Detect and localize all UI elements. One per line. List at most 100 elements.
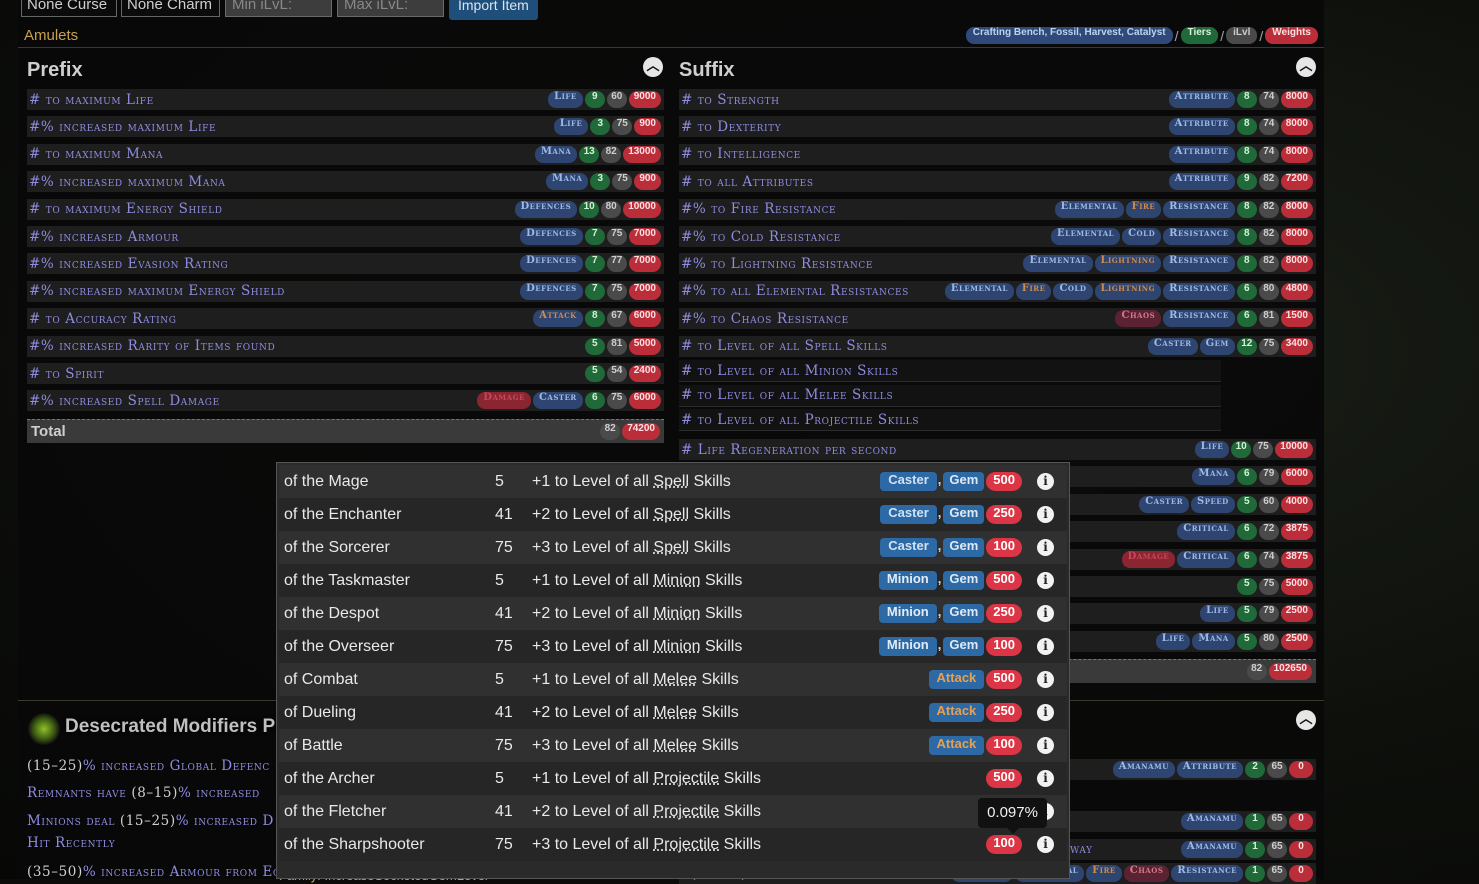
tier-count: 5 [1236,578,1257,595]
charm-select[interactable]: None Charm [121,0,220,17]
prefix-collapse-icon[interactable]: ︿ [643,57,663,77]
modifier-row[interactable]: # to Dexterity Attribute 8 74 8000 [679,116,1316,138]
modifier-suffix: Skills [697,703,739,721]
tier-row[interactable]: of Dueling 41 +2 to Level of all Melee Ski… [279,696,1067,729]
modifier-keyword[interactable]: Projectile [653,770,719,787]
mod-tags: Defences 7 75 7000 [520,228,661,245]
modifier-keyword[interactable]: Minion [653,572,700,589]
modifier-row[interactable]: # to Intelligence Attribute 8 74 8000 [679,143,1316,165]
modifier-keyword[interactable]: Projectile [653,803,719,820]
suffix-collapse-icon[interactable]: ︿ [1296,57,1316,77]
min-ilvl-input[interactable]: Min iLvL: [225,0,332,17]
modifier-keyword[interactable]: Minion [653,638,700,655]
modifier-row[interactable]: #% to Chaos Resistance Chaos Resistance 6 81… [679,308,1316,330]
tier-row[interactable]: of the Taskmaster 5 +1 to Level of all Min… [279,564,1067,597]
modifier-text: # to Strength [681,91,780,108]
prefix-total-row: Total 82 74200 [27,419,664,443]
modifier-row[interactable]: #% to Cold Resistance Elemental Cold Resist… [679,226,1316,247]
modifier-row[interactable]: # to Level of all Spell Skills Caster Gem 1… [679,335,1316,357]
mod-tags: Life 10 75 10000 [1194,441,1313,458]
modifier-row[interactable]: # to all Attributes Attribute 9 82 7200 [679,171,1316,193]
modifier-row[interactable]: #% to Lightning Resistance Elemental Light… [679,253,1316,275]
modifier-keyword[interactable]: Spell [653,473,689,490]
tag-damage: Damage [477,392,531,410]
tier-row[interactable]: of the Enchanter 41 +2 to Level of all Spe… [279,498,1067,531]
tag-amanamu: Amanamu [1180,841,1243,858]
curse-select[interactable]: None Curse [21,0,117,17]
modifier-keyword[interactable]: Spell [653,506,689,523]
modifier-row[interactable]: #% increased maximum Mana Mana 3 75 900 [27,171,664,193]
info-icon[interactable]: i [1037,473,1054,490]
modifier-row[interactable]: #% increased Rarity of Items found 5 81 500… [27,335,664,357]
modifier-text: #% increased Armour [29,228,179,245]
suffix-title: Suffix [679,59,735,81]
weights-pill[interactable]: Weights [1265,27,1318,44]
import-item-button[interactable]: Import Item [449,0,538,20]
mod-tags: 5 54 2400 [584,365,661,382]
modifier-keyword[interactable]: Melee [653,737,697,754]
desecrated-collapse-icon[interactable]: ︿ [1296,710,1316,730]
sources-pill[interactable]: Crafting Bench, Fossil, Harvest, Catalys… [965,27,1173,44]
info-icon[interactable]: i [1037,737,1054,754]
modifier-row[interactable]: #% increased maximum Life Life 3 75 900 [27,116,664,138]
modifier-row[interactable]: #% increased Armour Defences 7 75 7000 [27,226,664,247]
modifier-row-untracked[interactable]: # to Level of all Melee Skills [679,384,1221,407]
modifier-keyword[interactable]: Minion [653,605,700,622]
tier-count: 2 [1245,761,1265,778]
modifier-row[interactable]: # to maximum Life Life 9 60 9000 [27,89,664,110]
tier-row[interactable]: of the Mage 5 +1 to Level of all Spell Ski… [279,465,1067,498]
info-icon[interactable]: i [1037,572,1054,589]
tier-row[interactable]: of the Despot 41 +2 to Level of all Minion… [279,597,1067,630]
modifier-row[interactable]: #% to Fire Resistance Elemental Fire Resist… [679,198,1316,220]
modifier-row[interactable]: # Life Regeneration per second Life 10 75 10… [679,439,1316,460]
tier-row[interactable]: of the Overseer 75 +3 to Level of all Mini… [279,630,1067,663]
desecrated-mod-text: Minions deal (15–25)% increased D [27,813,274,829]
modifier-row-untracked[interactable]: # to Level of all Projectile Skills [679,409,1221,431]
info-icon[interactable]: i [1037,836,1054,853]
tiers-pill[interactable]: Tiers [1180,27,1219,44]
modifier-row[interactable]: # to Spirit 5 54 2400 [27,363,664,384]
info-icon[interactable]: i [1037,605,1054,622]
tag-life: Life [548,91,583,108]
weight: 7200 [1280,173,1313,191]
modifier-row[interactable]: #% increased Spell Damage Damage Caster 6 75… [27,390,664,412]
min-ilvl: 75 [1253,441,1274,458]
modifier-keyword[interactable]: Melee [653,671,697,688]
tier-row[interactable]: of the Sorcerer 75 +3 to Level of all Spel… [279,531,1067,564]
modifier-row-untracked[interactable]: # to Level of all Minion Skills [679,360,1221,382]
info-icon[interactable]: i [1037,770,1054,787]
info-icon[interactable]: i [1037,671,1054,688]
modifier-row[interactable]: # to maximum Mana Mana 13 82 13000 [27,143,664,165]
tier-row[interactable]: of the Sharpshooter 75 +3 to Level of all … [279,828,1067,861]
weight: 0 [1289,813,1313,830]
tag-defences: Defences [514,200,578,218]
tier-row[interactable]: of the Fletcher 41 +2 to Level of all Proj… [279,795,1067,828]
info-icon[interactable]: i [1037,506,1054,523]
tag-fire: Fire [1125,200,1162,218]
modifier-keyword[interactable]: Melee [653,704,697,721]
min-ilvl: 65 [1267,865,1287,882]
max-ilvl-input[interactable]: Max iLvL: [337,0,444,17]
modifier-row[interactable]: # to maximum Energy Shield Defences 10 80 10… [27,198,664,220]
info-icon[interactable]: i [1037,539,1054,556]
info-icon[interactable]: i [1037,638,1054,655]
info-icon[interactable]: i [1037,704,1054,721]
tier-row[interactable]: of Combat 5 +1 to Level of all Melee Skill… [279,663,1067,696]
ilvl-pill[interactable]: iLvl [1226,27,1258,44]
tier-row[interactable]: of the Archer 5 +1 to Level of all Project… [279,762,1067,795]
tier-row[interactable]: of Battle 75 +3 to Level of all Melee Skil… [279,729,1067,762]
min-ilvl: 77 [606,255,627,273]
tier-count: 5 [584,365,605,382]
tag-mana: Mana [534,145,578,163]
tag-caster: Caster [1139,495,1190,513]
mod-tags: Elemental Lightning Resistance 8 82 8000 [1023,255,1313,273]
modifier-row[interactable]: #% increased Evasion Rating Defences 7 77 70… [27,253,664,275]
modifier-keyword[interactable]: Spell [653,539,689,556]
modifier-row[interactable]: # to Strength Attribute 8 74 8000 [679,89,1316,110]
modifier-row[interactable]: #% to all Elemental Resistances Elemental… [679,280,1316,302]
weight: 3875 [1280,550,1313,568]
modifier-row[interactable]: #% increased maximum Energy Shield Defenc… [27,280,664,302]
tag-resistance: Resistance [1163,255,1235,273]
modifier-keyword[interactable]: Projectile [653,836,719,853]
modifier-row[interactable]: # to Accuracy Rating Attack 8 67 6000 [27,308,664,330]
